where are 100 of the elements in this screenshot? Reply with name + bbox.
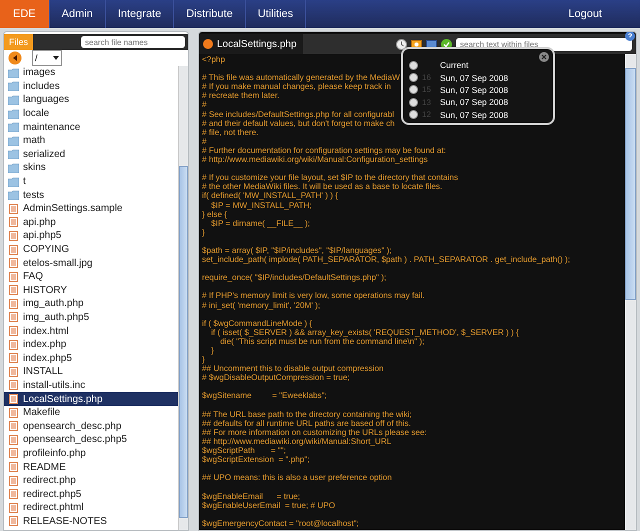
code-line: if( defined( 'MW_INSTALL_PATH' ) ) { — [202, 191, 338, 200]
file-list-item[interactable]: api.php — [4, 216, 178, 230]
file-list-item[interactable]: etelos-small.jpg — [4, 256, 178, 270]
file-list-item[interactable]: COPYING — [4, 242, 178, 256]
file-list-item[interactable]: images — [4, 66, 178, 80]
code-line: # — [202, 100, 207, 110]
file-list-item[interactable]: index.php — [4, 338, 178, 352]
file-list-item[interactable]: redirect.php — [4, 474, 178, 488]
code-line: } else { — [202, 210, 228, 219]
file-icon — [8, 394, 19, 404]
window-icon[interactable] — [426, 38, 437, 50]
folder-icon — [8, 94, 19, 105]
file-list-item[interactable]: t — [4, 174, 178, 188]
file-list-item[interactable]: serialized — [4, 148, 178, 162]
file-icon — [8, 204, 19, 214]
file-list-item[interactable]: opensearch_desc.php5 — [4, 433, 178, 447]
file-icon — [8, 366, 19, 377]
file-list-item[interactable]: includes — [4, 80, 178, 94]
file-list-item[interactable]: profileinfo.php — [4, 446, 178, 460]
code-line: } — [202, 355, 205, 364]
help-icon[interactable] — [625, 32, 635, 41]
file-list-item[interactable]: RELEASE-NOTES — [4, 514, 178, 528]
file-list-item[interactable]: FAQ — [4, 270, 178, 284]
file-list-item[interactable]: opensearch_desc.php — [4, 419, 178, 434]
code-line: if ( isset( $_SERVER ) && array_key_exists( 'REQUEST_METHOD', $_SERVER ) ) { — [211, 328, 519, 337]
radio-button[interactable] — [409, 110, 418, 120]
file-list-item[interactable]: languages — [4, 93, 178, 107]
file-icon — [8, 244, 19, 255]
revision-label: Sun, 07 Sep 2008 — [439, 72, 508, 83]
code-line: # If you make manual changes, please keep track in — [202, 82, 391, 92]
nav-tab[interactable]: Integrate — [106, 0, 174, 28]
code-line: if ( $wgCommandLineMode ) { — [202, 318, 312, 328]
code-line: $IP = dirname( __FILE__ ); — [210, 218, 310, 228]
code-line: ## For more information on customizing the URLs please see: — [202, 428, 427, 437]
code-line: # Further documentation for configuration settings may be found at: — [202, 146, 446, 156]
file-icon — [8, 217, 19, 228]
code-line: } — [202, 228, 205, 237]
file-list-item[interactable]: tests — [4, 188, 178, 202]
folder-icon — [8, 122, 19, 132]
folder-icon — [8, 81, 19, 92]
file-list-item[interactable]: README — [4, 460, 178, 474]
code-line: # file, not there. — [202, 128, 258, 137]
nav-tab[interactable]: Admin — [50, 0, 106, 28]
code-line: ## The URL base path to the directory containing the wiki; — [202, 410, 412, 419]
file-list-item[interactable]: locale — [4, 106, 178, 120]
revision-label: Current — [439, 60, 468, 70]
scrollbar[interactable] — [178, 66, 188, 530]
radio-button[interactable] — [409, 85, 418, 94]
file-list-item[interactable]: INSTALL — [4, 365, 178, 379]
code-line: require_once( "$IP/includes/DefaultSettings.php" ); — [202, 273, 386, 282]
code-line: $wgScriptPath = ""; — [202, 446, 286, 456]
folder-icon — [8, 149, 19, 160]
logout-link[interactable]: Logout — [530, 0, 640, 28]
code-line: # See includes/DefaultSettings.php for all configurabl — [202, 110, 394, 119]
code-line: # ini_set( 'memory_limit', '20M' ); — [202, 300, 320, 310]
image-icon[interactable] — [411, 38, 422, 50]
file-list-item[interactable]: img_auth.php5 — [4, 310, 178, 324]
code-line: } — [210, 346, 214, 356]
code-line: # and their default values, but don't forget to make ch — [202, 118, 395, 128]
file-list-item[interactable]: AdminSettings.sample — [4, 202, 178, 216]
close-icon[interactable] — [539, 52, 549, 62]
clock-icon[interactable] — [396, 38, 407, 50]
file-list-item[interactable]: skins — [4, 161, 178, 175]
scrollbar[interactable] — [625, 54, 636, 530]
editor-tab[interactable]: LocalSettings.php — [199, 34, 303, 54]
caret-icon — [53, 56, 59, 60]
file-icon — [8, 489, 19, 500]
code-line: # the other MediaWiki files. It will be used as a base to locate files. — [202, 182, 442, 192]
path-dropdown[interactable]: / — [32, 50, 62, 66]
radio-button[interactable] — [409, 60, 418, 70]
file-icon — [8, 230, 19, 241]
nav-tab[interactable]: Utilities — [246, 0, 306, 28]
nav-tab[interactable]: Distribute — [174, 0, 246, 28]
file-icon — [8, 353, 19, 364]
radio-button[interactable] — [409, 98, 418, 107]
folder-icon — [8, 176, 19, 187]
file-icon — [8, 258, 19, 268]
radio-button[interactable] — [409, 73, 418, 82]
file-list-item[interactable]: HISTORY — [4, 284, 178, 298]
file-list-item[interactable]: api.php5 — [4, 229, 178, 243]
file-list-item[interactable]: math — [4, 134, 178, 148]
file-icon — [8, 502, 19, 513]
file-list-item[interactable]: index.php5 — [4, 351, 178, 366]
file-list-item[interactable]: img_auth.php — [4, 297, 178, 311]
code-line: # This file was automatically generated by the MediaW — [202, 73, 400, 82]
file-list-item[interactable]: LocalSettings.php — [4, 392, 178, 406]
search-field[interactable]: search file names — [81, 36, 185, 48]
code-line: # $wgDisableOutputCompression = true; — [202, 373, 350, 382]
file-icon — [8, 408, 19, 418]
file-list-item[interactable]: Makefile — [4, 406, 178, 420]
code-line: die( "This script must be run from the command line\n" ); — [220, 336, 424, 346]
revision-label: Sun, 07 Sep 2008 — [439, 97, 508, 108]
file-list-item[interactable]: maintenance — [4, 120, 178, 134]
file-list-item[interactable]: index.html — [4, 324, 178, 338]
code-line: # recreate them later. — [202, 91, 280, 100]
back-icon[interactable] — [8, 51, 22, 65]
file-list-item[interactable]: redirect.php5 — [4, 487, 178, 501]
file-icon — [8, 326, 19, 336]
file-list-item[interactable]: redirect.phtml — [4, 501, 178, 515]
file-list-item[interactable]: install-utils.inc — [4, 378, 178, 392]
